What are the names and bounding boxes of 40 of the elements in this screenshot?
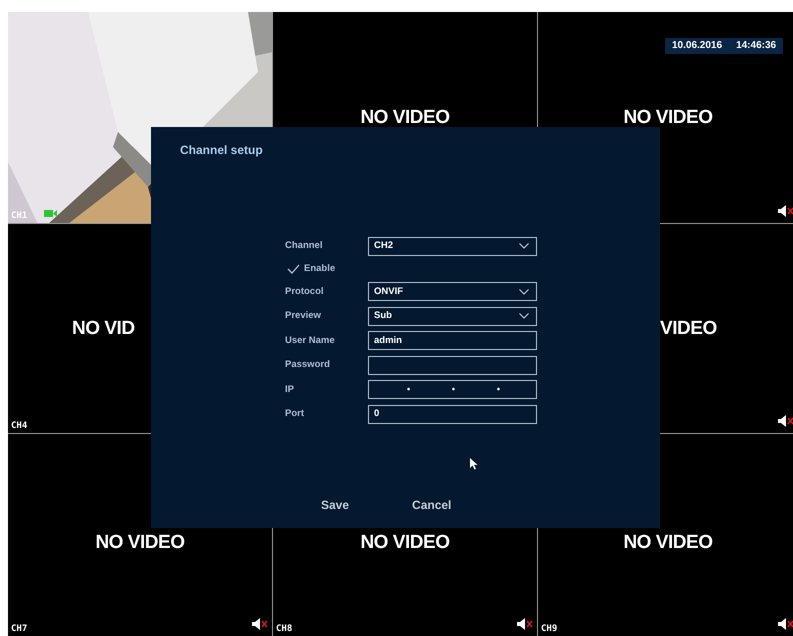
input-field[interactable] [368, 356, 537, 375]
field-label: Channel [285, 239, 324, 254]
dialog-title: Channel setup [180, 144, 263, 156]
dropdown[interactable]: CH2 [368, 236, 537, 256]
ip-separator: • [496, 383, 500, 396]
no-video-message: NO VIDEO [360, 108, 450, 127]
channel-label: CH4 [11, 422, 28, 431]
no-video-message: VIDEO [660, 319, 717, 338]
chevron-down-icon [519, 313, 529, 320]
checkmark-icon[interactable] [287, 264, 300, 274]
dropdown[interactable]: ONVIF [368, 282, 537, 302]
date-text: 10.06.2016 [672, 41, 722, 51]
field-label: Password [285, 358, 331, 372]
field-label: IP [285, 382, 295, 397]
chevron-down-icon [519, 288, 529, 295]
dialog-button[interactable]: Cancel [404, 494, 460, 516]
field-label: User Name [285, 334, 336, 348]
no-video-message: NO VIDEO [360, 532, 450, 552]
no-video-message: NO VIDEO [623, 532, 713, 552]
time-text: 14:46:36 [736, 41, 776, 51]
no-video-message: NO VIDEO [623, 108, 713, 127]
cursor-icon [470, 458, 478, 470]
chevron-down-icon [519, 243, 529, 250]
channel-label: CH7 [11, 625, 28, 634]
input-field[interactable]: admin [368, 331, 537, 350]
ip-separator: • [407, 383, 410, 396]
dropdown[interactable]: Sub [368, 306, 537, 326]
channel-label: CH1 [11, 212, 28, 221]
field-label: Preview [285, 309, 322, 324]
dialog-button[interactable]: Save [313, 494, 358, 516]
input-field[interactable]: • • • [368, 380, 537, 400]
field-label: Port [285, 407, 305, 422]
input-field[interactable]: 0 [368, 404, 537, 424]
no-video-message: NO VIDEO [95, 532, 185, 552]
checkbox-label: Enable [304, 262, 336, 276]
no-video-message: NO VID [72, 319, 135, 338]
channel-label: CH9 [541, 625, 558, 634]
field-label: Protocol [285, 284, 325, 299]
ip-separator: • [452, 383, 456, 396]
channel-label: CH8 [276, 625, 292, 634]
